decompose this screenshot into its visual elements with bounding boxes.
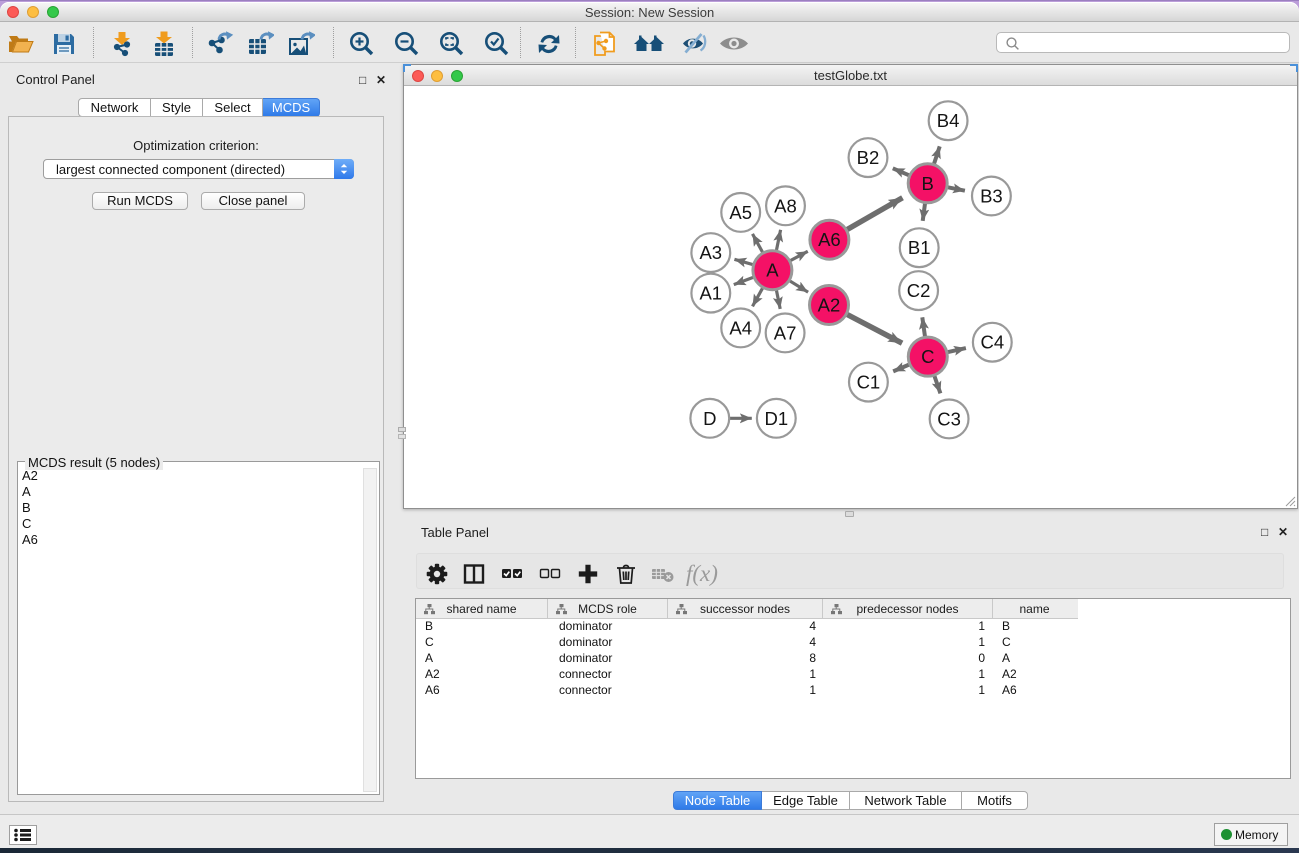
svg-text:C4: C4 (980, 332, 1004, 353)
svg-text:C1: C1 (857, 372, 881, 393)
svg-text:A5: A5 (729, 202, 752, 223)
svg-text:D: D (703, 408, 716, 429)
svg-text:A6: A6 (818, 229, 841, 250)
svg-text:C3: C3 (937, 408, 961, 429)
svg-text:A2: A2 (818, 295, 841, 316)
svg-text:A1: A1 (699, 283, 722, 304)
svg-text:A3: A3 (699, 242, 722, 263)
svg-text:B: B (922, 173, 934, 194)
svg-text:C: C (921, 346, 934, 367)
svg-text:C2: C2 (907, 280, 931, 301)
svg-text:B3: B3 (980, 186, 1003, 207)
svg-text:A8: A8 (774, 195, 797, 216)
svg-text:A7: A7 (774, 322, 797, 343)
svg-text:A4: A4 (729, 317, 752, 338)
svg-text:B2: B2 (857, 147, 880, 168)
svg-text:B4: B4 (937, 110, 960, 131)
svg-text:B1: B1 (908, 237, 931, 258)
svg-text:D1: D1 (764, 408, 788, 429)
svg-text:A: A (766, 260, 779, 281)
